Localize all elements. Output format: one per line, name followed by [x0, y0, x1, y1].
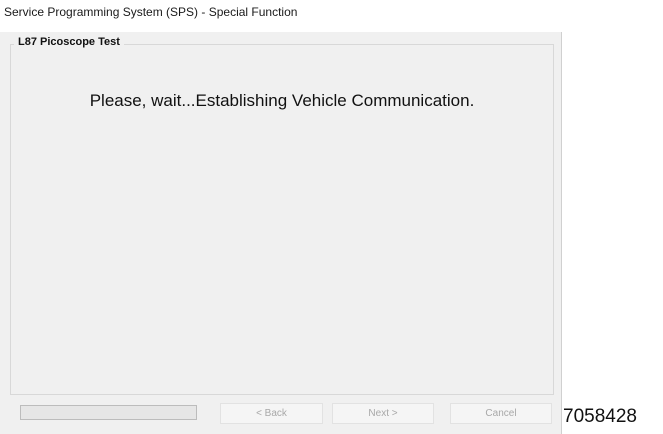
cancel-button[interactable]: Cancel: [450, 403, 552, 424]
sps-dialog-window: Service Programming System (SPS) - Speci…: [0, 0, 562, 434]
status-message: Please, wait...Establishing Vehicle Comm…: [89, 91, 475, 110]
window-title: Service Programming System (SPS) - Speci…: [4, 5, 298, 19]
back-button[interactable]: < Back: [220, 403, 323, 424]
next-button[interactable]: Next >: [332, 403, 434, 424]
progress-bar: [20, 405, 197, 420]
title-bar: Service Programming System (SPS) - Speci…: [0, 0, 562, 32]
group-label: L87 Picoscope Test: [14, 36, 124, 48]
figure-number: 7058428: [563, 406, 637, 427]
